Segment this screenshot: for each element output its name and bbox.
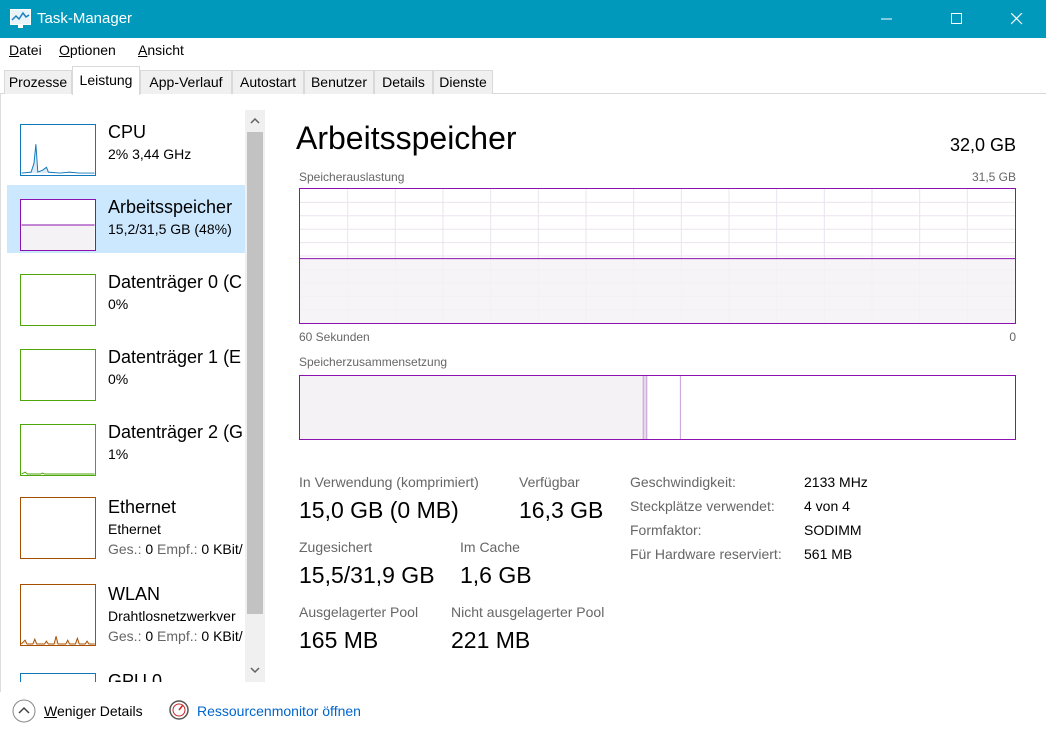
sidebar-item-subtitle: Ethernet (108, 521, 161, 537)
sidebar-item-memory[interactable]: Arbeitsspeicher 15,2/31,5 GB (48%) (7, 185, 245, 253)
sidebar-item-title: Datenträger 0 (C (108, 272, 243, 292)
menu-bar: Datei Optionen Ansicht (0, 38, 1046, 64)
paged-pool-value: 165 MB (299, 627, 379, 653)
sidebar-item-title: Ethernet (108, 497, 177, 517)
scroll-up-icon[interactable] (249, 115, 261, 127)
performance-sidebar: CPU 2% 3,44 GHz Arbeitsspeicher 15,2/31,… (0, 104, 245, 682)
tab-details[interactable]: Details (374, 70, 433, 94)
collapse-chevron-icon[interactable] (12, 699, 36, 723)
memory-usage-graph (299, 188, 1016, 324)
close-icon (1011, 13, 1023, 25)
scrollbar-thumb[interactable] (247, 132, 263, 614)
property-value: 4 von 4 (804, 498, 850, 514)
tab-processes[interactable]: Prozesse (4, 70, 72, 94)
sidebar-item-gpu[interactable]: GPU 0 (7, 659, 245, 682)
window-title: Task-Manager (37, 10, 133, 27)
minimize-button[interactable] (864, 0, 910, 38)
menu-file[interactable]: Datei (9, 42, 42, 58)
property-value: 2133 MHz (804, 474, 868, 490)
close-button[interactable] (994, 0, 1040, 38)
open-resource-monitor-link[interactable]: Ressourcenmonitor öffnen (197, 703, 361, 719)
property-value: 561 MB (804, 546, 853, 562)
sidebar-item-title: Datenträger 1 (E (108, 347, 242, 367)
usage-area (300, 258, 1015, 323)
sidebar-item-subtitle: 2% 3,44 GHz (108, 146, 192, 162)
available-value: 16,3 GB (519, 497, 604, 523)
sidebar-item-wlan[interactable]: WLAN Drahtlosnetzwerkver Ges.: 0 Empf.: … (7, 572, 245, 652)
sidebar-item-ethernet[interactable]: Ethernet Ethernet Ges.: 0 Empf.: 0 KBit/ (7, 485, 245, 565)
minimize-icon (881, 18, 892, 20)
disk-2-mini-graph (20, 424, 96, 476)
tab-bar: Prozesse Leistung App-Verlauf Autostart … (0, 66, 1046, 95)
tab-services[interactable]: Dienste (433, 70, 493, 94)
ethernet-mini-graph (20, 497, 96, 559)
sidebar-item-subtitle: 1% (108, 446, 129, 462)
scroll-down-icon[interactable] (249, 664, 261, 676)
property-value: SODIMM (804, 522, 862, 538)
available-label: Verfügbar (519, 474, 580, 490)
disk-0-mini-graph (20, 274, 96, 326)
tab-users[interactable]: Benutzer (304, 70, 374, 94)
paged-pool-label: Ausgelagerter Pool (299, 604, 419, 620)
memory-composition-bar (299, 375, 1016, 440)
sidebar-item-subtitle: 0% (108, 371, 129, 387)
composition-modified (643, 376, 647, 439)
axis-left-label: 60 Sekunden (299, 330, 370, 344)
menu-view[interactable]: Ansicht (138, 42, 184, 58)
sidebar-item-throughput: Ges.: 0 Empf.: 0 KBit/ (108, 541, 243, 557)
maximize-button[interactable] (934, 0, 980, 38)
property-label: Für Hardware reserviert: (630, 546, 782, 562)
committed-label: Zugesichert (299, 539, 373, 555)
sidebar-item-title: GPU 0 (108, 671, 163, 682)
property-label: Geschwindigkeit: (630, 474, 736, 490)
sidebar-item-throughput: Ges.: 0 Empf.: 0 KBit/ (108, 628, 243, 644)
wlan-mini-graph (20, 584, 96, 646)
sidebar-item-subtitle: 15,2/31,5 GB (48%) (108, 221, 232, 237)
cached-label: Im Cache (460, 539, 520, 555)
nonpaged-pool-value: 221 MB (451, 627, 531, 653)
committed-value: 15,5/31,9 GB (299, 562, 435, 588)
sidebar-scrollbar[interactable] (245, 110, 265, 682)
fewer-details-button[interactable]: Weniger Details (44, 703, 143, 719)
sidebar-item-title: Datenträger 2 (G (108, 422, 244, 442)
total-memory: 32,0 GB (949, 135, 1016, 155)
tab-startup[interactable]: Autostart (232, 70, 304, 94)
nonpaged-pool-label: Nicht ausgelagerter Pool (451, 604, 605, 620)
property-label: Steckplätze verwendet: (630, 498, 775, 514)
footer: Weniger Details Ressourcenmonitor öffnen (0, 692, 1046, 742)
sidebar-item-title: Arbeitsspeicher (108, 197, 233, 217)
cpu-mini-graph (20, 124, 96, 176)
sidebar-item-disk-1[interactable]: Datenträger 1 (E 0% (7, 335, 245, 403)
sidebar-item-disk-2[interactable]: Datenträger 2 (G 1% (7, 410, 245, 478)
title-bar: Task-Manager (0, 0, 1046, 38)
disk-1-mini-graph (20, 349, 96, 401)
gpu-mini-graph (20, 673, 96, 682)
property-label: Formfaktor: (630, 522, 702, 538)
in-use-value: 15,0 GB (0 MB) (299, 497, 459, 523)
cached-value: 1,6 GB (460, 562, 532, 588)
sidebar-item-title: CPU (108, 122, 147, 142)
memory-mini-graph (20, 199, 96, 251)
sidebar-item-disk-0[interactable]: Datenträger 0 (C 0% (7, 260, 245, 328)
in-use-label: In Verwendung (komprimiert) (299, 474, 479, 490)
axis-right-label: 0 (1009, 330, 1016, 344)
task-manager-icon (10, 9, 31, 28)
composition-label: Speicherzusammensetzung (299, 355, 448, 369)
composition-in-use (300, 376, 644, 439)
sidebar-item-subtitle: Drahtlosnetzwerkver (108, 608, 236, 624)
tab-performance[interactable]: Leistung (72, 66, 140, 95)
sidebar-item-subtitle: 0% (108, 296, 129, 312)
menu-options[interactable]: Optionen (59, 42, 116, 58)
page-title: Arbeitsspeicher (296, 120, 517, 156)
sidebar-item-cpu[interactable]: CPU 2% 3,44 GHz (7, 110, 245, 178)
usage-graph-max: 31,5 GB (971, 170, 1016, 184)
resource-monitor-icon (169, 700, 189, 720)
sidebar-item-title: WLAN (108, 584, 161, 604)
tab-app-history[interactable]: App-Verlauf (140, 70, 232, 94)
maximize-icon (951, 13, 962, 24)
usage-graph-label: Speicherauslastung (299, 170, 405, 184)
